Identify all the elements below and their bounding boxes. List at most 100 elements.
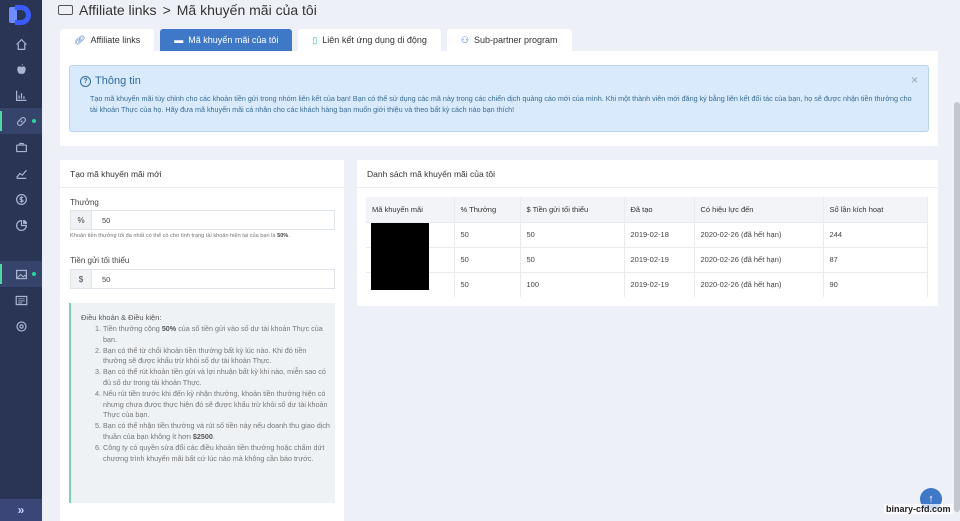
breadcrumb-section[interactable]: Affiliate links <box>79 2 157 18</box>
tab-sub-partner[interactable]: ⚇ Sub-partner program <box>446 29 572 51</box>
tab-label: Sub-partner program <box>473 35 558 45</box>
dollar-icon <box>15 193 27 205</box>
pie-chart-icon <box>15 219 27 231</box>
cell-min-deposit: 50 <box>520 221 625 247</box>
info-title: ? Thông tin <box>80 75 141 87</box>
ticket-icon: ▬ <box>174 35 184 45</box>
nav-reports[interactable] <box>0 212 42 238</box>
cell-valid-until: 2020-02-26 (đã hết hạn) <box>694 221 824 247</box>
trend-icon <box>15 169 27 179</box>
bonus-field[interactable]: % 50 <box>70 210 335 230</box>
cell-bonus: 50 <box>454 246 521 272</box>
cell-bonus: 50 <box>454 271 521 297</box>
panel-title: Tạo mã khuyến mãi mới <box>70 169 162 179</box>
active-dot <box>32 272 36 276</box>
nav-home[interactable] <box>0 31 42 57</box>
cell-created: 2019-02-19 <box>624 246 695 272</box>
deposit-label: Tiền gửi tối thiểu <box>70 256 130 265</box>
cell-valid-until: 2020-02-26 (đã hết hạn) <box>694 271 824 297</box>
scrollbar-thumb[interactable] <box>954 102 960 512</box>
terms-title: Điều khoản & Điều kiện: <box>81 313 162 322</box>
promo-table: Mã khuyến mãi % Thưởng $ Tiền gửi tối th… <box>366 197 928 297</box>
nav-apple[interactable] <box>0 56 42 82</box>
bonus-input[interactable]: 50 <box>92 211 110 229</box>
tab-label: Liên kết ứng dụng di động <box>322 35 427 45</box>
terms-item: Bạn có thể nhận tiền thưởng và rút số ti… <box>103 421 331 443</box>
page-title: Mã khuyến mãi của tôi <box>176 2 317 18</box>
ticket-icon <box>58 5 73 15</box>
help-value: 50% <box>277 233 289 239</box>
support-icon <box>15 320 27 332</box>
table-row: 50 100 2019-02-19 2020-02-26 (đã hết hạn… <box>366 271 928 297</box>
deposit-field[interactable]: $ 50 <box>70 269 335 289</box>
col-created[interactable]: Đã tạo <box>624 197 695 222</box>
panel-title: Danh sách mã khuyến mãi của tôi <box>367 169 496 179</box>
tab-mobile-app-links[interactable]: ▯ Liên kết ứng dụng di động <box>298 29 441 51</box>
sidebar: » <box>0 0 42 521</box>
breadcrumb-separator: > <box>162 2 171 18</box>
help-prefix: Khoản tiền thưởng tối đa nhất có thể có … <box>70 233 278 239</box>
tab-affiliate-links[interactable]: 🔗︎ Affiliate links <box>60 29 155 51</box>
sidebar-expand-button[interactable]: » <box>0 499 42 521</box>
nav-trend[interactable] <box>0 160 42 186</box>
nav-stats[interactable] <box>0 82 42 108</box>
mobile-icon: ▯ <box>312 34 318 45</box>
close-icon[interactable]: × <box>911 73 918 87</box>
cell-min-deposit: 100 <box>520 271 625 297</box>
nav-support[interactable] <box>0 313 42 339</box>
terms-item: Công ty có quyền sửa đổi các điều khoản … <box>103 443 331 465</box>
info-alert: ? Thông tin Tạo mã khuyến mãi tùy chỉnh … <box>69 65 929 132</box>
nav-id[interactable] <box>0 287 42 313</box>
create-promo-panel: Tạo mã khuyến mãi mới Thưởng % 50 Khoản … <box>60 160 344 521</box>
terms-item: Tiền thưởng cộng 50% của số tiền gửi vào… <box>103 324 331 346</box>
tab-label: Affiliate links <box>90 35 141 45</box>
divider <box>357 187 938 188</box>
tab-bar: 🔗︎ Affiliate links ▬ Mã khuyến mãi của t… <box>60 29 572 51</box>
divider <box>60 187 344 188</box>
terms-item: Nếu rút tiền trước khi đến kỳ nhận thưởn… <box>103 389 331 421</box>
home-icon <box>15 38 27 50</box>
col-activations[interactable]: Số lần kích hoạt <box>823 197 928 222</box>
table-row: 50 50 2019-02-19 2020-02-26 (đã hết hạn)… <box>366 246 928 272</box>
page-header: Affiliate links > Mã khuyến mãi của tôi <box>58 0 317 20</box>
users-icon: ⚇ <box>460 34 469 45</box>
apple-icon <box>16 63 26 74</box>
logo[interactable] <box>9 5 33 25</box>
bonus-help: Khoản tiền thưởng tối đa nhất có thể có … <box>70 233 290 239</box>
info-title-text: Thông tin <box>95 75 141 87</box>
active-dot <box>32 119 36 123</box>
col-code[interactable]: Mã khuyến mãi <box>366 197 455 222</box>
cell-activations: 90 <box>823 271 928 297</box>
col-bonus[interactable]: % Thưởng <box>454 197 521 222</box>
tab-my-promo-codes[interactable]: ▬ Mã khuyến mãi của tôi <box>160 29 293 51</box>
link-icon: 🔗︎ <box>74 34 86 45</box>
terms-item: Bạn có thể rút khoản tiền gửi và lợi nhu… <box>103 367 331 389</box>
table-header-row: Mã khuyến mãi % Thưởng $ Tiền gửi tối th… <box>366 197 928 222</box>
info-text: Tạo mã khuyến mãi tùy chỉnh cho các khoả… <box>90 94 912 114</box>
tab-label: Mã khuyến mãi của tôi <box>188 35 279 45</box>
col-min-deposit[interactable]: $ Tiền gửi tối thiểu <box>520 197 625 222</box>
nav-finance[interactable] <box>0 186 42 212</box>
cell-created: 2019-02-19 <box>624 271 695 297</box>
deposit-input[interactable]: 50 <box>92 270 110 288</box>
col-valid-until[interactable]: Có hiệu lực đến <box>694 197 824 222</box>
bar-chart-icon <box>15 90 26 101</box>
nav-briefcase[interactable] <box>0 134 42 160</box>
cell-bonus: 50 <box>454 221 521 247</box>
nav-affiliate-links[interactable] <box>0 108 42 134</box>
terms-list: Tiền thưởng cộng 50% của số tiền gửi vào… <box>93 324 331 464</box>
cell-activations: 87 <box>823 246 928 272</box>
table-row: 50 50 2019-02-18 2020-02-26 (đã hết hạn)… <box>366 221 928 247</box>
help-suffix: . <box>288 233 290 239</box>
info-panel: ? Thông tin Tạo mã khuyến mãi tùy chỉnh … <box>60 51 938 146</box>
cell-valid-until: 2020-02-26 (đã hết hạn) <box>694 246 824 272</box>
dollar-addon: $ <box>71 270 92 288</box>
nav-promo[interactable] <box>0 261 42 287</box>
bonus-label: Thưởng <box>70 198 99 207</box>
terms-item: Bạn có thể từ chối khoản tiền thưởng bất… <box>103 346 331 368</box>
percent-addon: % <box>71 211 92 229</box>
link-icon <box>16 116 26 126</box>
watermark: binary-cfd.com <box>884 504 953 514</box>
cell-activations: 244 <box>823 221 928 247</box>
briefcase-icon <box>15 142 27 152</box>
